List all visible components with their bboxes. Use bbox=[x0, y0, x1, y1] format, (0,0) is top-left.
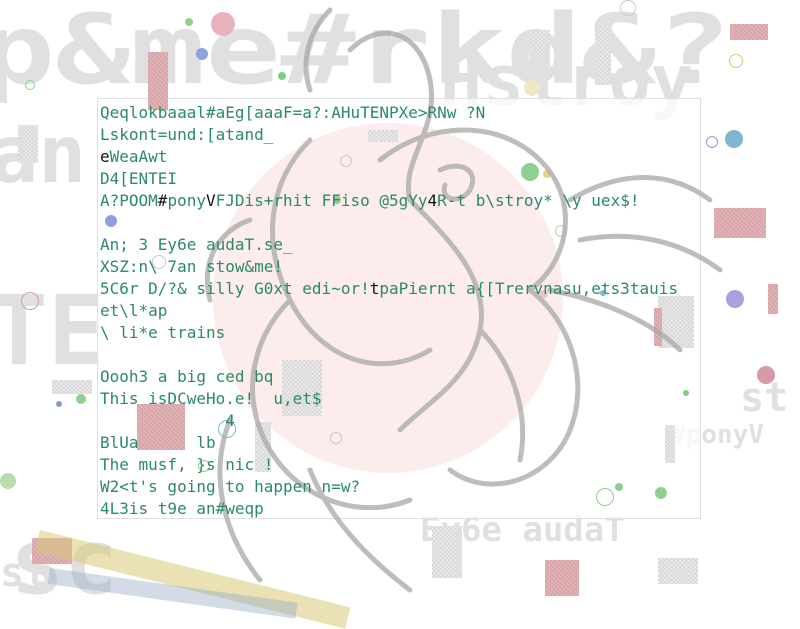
text-line: Lskont=und:[atand_ bbox=[100, 124, 700, 146]
text-line: eWeaAwt bbox=[100, 146, 700, 168]
text-segment: Lskont=und:[atand_ bbox=[100, 125, 274, 144]
text-line: \ li*e trains bbox=[100, 322, 700, 344]
text-line: et\l*ap bbox=[100, 300, 700, 322]
text-segment: D4[ENTEI bbox=[100, 169, 178, 188]
noise-block bbox=[530, 30, 550, 68]
text-line: An; 3 Ey6e audaT.se_ bbox=[100, 234, 700, 256]
noise-block bbox=[658, 558, 698, 584]
noise-block bbox=[432, 526, 462, 578]
text-segment: BlUa lb bbox=[100, 433, 216, 452]
text-segment: FJDis+rhit FFiso @5gYy bbox=[215, 191, 428, 210]
decor-dot bbox=[725, 130, 743, 148]
decor-ring bbox=[706, 136, 718, 148]
text-line: XSZ:n\ 7an stow&me! bbox=[100, 256, 700, 278]
text-line: 4L3is t9e an#weqp bbox=[100, 498, 700, 520]
decor-dot bbox=[196, 48, 208, 60]
noise-block bbox=[768, 284, 778, 314]
noise-block bbox=[595, 25, 611, 85]
text-segment: XSZ:n\ 7an stow&me! bbox=[100, 257, 284, 276]
text-line: W2<t's going to happen n=w? bbox=[100, 476, 700, 498]
text-segment: This isDCweHo.e! u,et$ bbox=[100, 389, 322, 408]
glitched-text-block: Qeqlokbaaal#aEg[aaaF=a?:AHuTENPXe>RNw ?N… bbox=[100, 102, 700, 520]
text-segment: Qeqlokbaaal#aEg[aaaF=a?:AHuTENPXe>RNw ?N bbox=[100, 103, 486, 122]
noise-block bbox=[545, 560, 579, 596]
text-line: D4[ENTEI bbox=[100, 168, 700, 190]
noise-block bbox=[714, 208, 766, 238]
decor-dot bbox=[211, 12, 235, 36]
text-segment: 4 bbox=[427, 191, 438, 210]
noise-block bbox=[18, 125, 38, 163]
text-line: 5C6r D/?& silly G0xt edi~or!tpaPiernt a{… bbox=[100, 278, 700, 300]
decor-ring bbox=[21, 292, 39, 310]
bg-glyph-text: an bbox=[0, 108, 87, 201]
text-line: Qeqlokbaaal#aEg[aaaF=a?:AHuTENPXe>RNw ?N bbox=[100, 102, 700, 124]
decor-dot bbox=[185, 18, 193, 26]
decor-ring bbox=[729, 54, 743, 68]
text-segment: V bbox=[205, 191, 216, 210]
text-segment: 4 bbox=[100, 411, 235, 430]
text-line: 4 bbox=[100, 410, 700, 432]
text-segment: et\l*ap bbox=[100, 301, 168, 320]
text-segment: W2<t's going to happen n=w? bbox=[100, 477, 361, 496]
text-segment: A?POOM bbox=[100, 191, 158, 210]
decor-dot bbox=[278, 72, 286, 80]
decor-dot bbox=[726, 290, 744, 308]
text-segment: \ li*e trains bbox=[100, 323, 226, 342]
text-segment: R-t b\stroy* \y uex$! bbox=[437, 191, 640, 210]
decor-ring bbox=[620, 0, 636, 16]
decor-dot bbox=[0, 473, 16, 489]
text-line: A?POOM#ponyVFJDis+rhit FFiso @5gYy4R-t b… bbox=[100, 190, 700, 212]
text-segment: paPiernt a{[Trervnasu,ets3tauis bbox=[379, 279, 678, 298]
text-segment: 4L3is t9e an#weqp bbox=[100, 499, 264, 518]
bg-glyph-text: p&me#rkd&? bbox=[0, 0, 732, 106]
text-segment: e bbox=[100, 147, 110, 166]
decor-dot bbox=[76, 394, 86, 404]
decor-dot bbox=[56, 401, 62, 407]
text-segment: WeaAwt bbox=[109, 147, 168, 166]
decor-ring bbox=[25, 80, 35, 90]
bg-glyph-text: TE bbox=[0, 275, 106, 387]
noise-block bbox=[52, 380, 92, 394]
noise-block bbox=[730, 24, 768, 40]
text-segment: t bbox=[369, 279, 380, 298]
text-segment: The musf, }s nic ! bbox=[100, 455, 274, 474]
text-line: BlUa lb bbox=[100, 432, 700, 454]
text-line: This isDCweHo.e! u,et$ bbox=[100, 388, 700, 410]
text-segment: # bbox=[157, 191, 168, 210]
text-segment: An; 3 Ey6e audaT.se_ bbox=[100, 235, 293, 254]
text-line: The musf, }s nic ! bbox=[100, 454, 700, 476]
text-segment: Oooh3 a big ced bq bbox=[100, 367, 274, 386]
text-line bbox=[100, 344, 700, 366]
text-line bbox=[100, 212, 700, 234]
text-line: Oooh3 a big ced bq bbox=[100, 366, 700, 388]
text-segment: 5C6r D/?& silly G0xt edi~or! bbox=[100, 279, 370, 298]
decor-dot bbox=[524, 80, 540, 96]
decor-dot bbox=[757, 366, 775, 384]
text-segment: pony bbox=[167, 191, 206, 210]
